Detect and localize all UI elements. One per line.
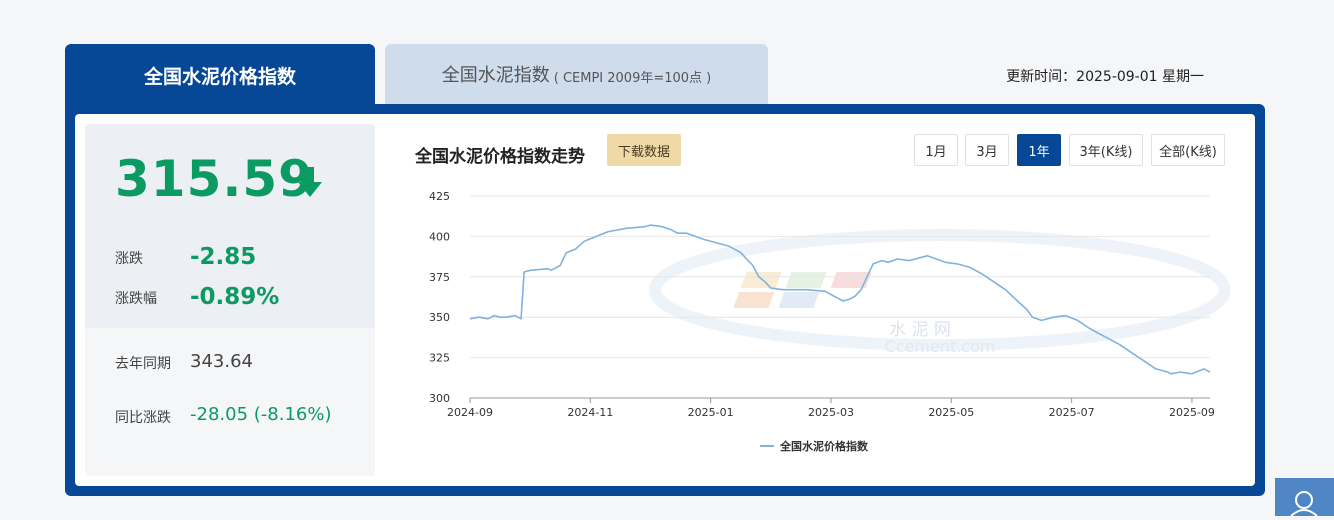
range-1m-button[interactable]: 1月: [914, 134, 958, 166]
download-data-button[interactable]: 下载数据: [607, 134, 681, 166]
current-index-value: 315.59: [115, 150, 314, 208]
range-3y-kline-button[interactable]: 3年(K线): [1069, 134, 1143, 166]
legend-label: 全国水泥价格指数: [779, 439, 869, 453]
x-tick-label: 2025-09: [1169, 406, 1215, 419]
range-3m-button[interactable]: 3月: [965, 134, 1009, 166]
y-tick-label: 300: [429, 392, 450, 405]
y-tick-label: 350: [429, 311, 450, 324]
x-tick-label: 2025-07: [1049, 406, 1095, 419]
y-tick-label: 375: [429, 271, 450, 284]
last-year-value: 343.64: [190, 351, 253, 372]
user-icon: [1290, 491, 1318, 517]
x-tick-label: 2024-09: [447, 406, 493, 419]
y-tick-label: 325: [429, 352, 450, 365]
yoy-value: -28.05: [190, 404, 249, 425]
x-tick-label: 2025-05: [928, 406, 974, 419]
x-tick-label: 2024-11: [567, 406, 613, 419]
range-all-kline-button[interactable]: 全部(K线): [1151, 134, 1225, 166]
yoy-pct: (-8.16%): [253, 404, 332, 425]
index-trend-chart: 水 泥 网 Ccement.com 300325350375400425 202…: [429, 190, 1230, 453]
tab-cement-index-label: 全国水泥指数: [441, 65, 550, 86]
change-pct-label: 涨跌幅: [115, 291, 157, 307]
tab-cement-price-index[interactable]: 全国水泥价格指数: [65, 44, 375, 110]
chart-title: 全国水泥价格指数走势: [415, 147, 585, 167]
x-tick-label: 2025-03: [808, 406, 854, 419]
change-pct-value: -0.89%: [190, 284, 280, 310]
y-tick-label: 425: [429, 190, 450, 203]
y-tick-label: 400: [429, 230, 450, 243]
last-year-label: 去年同期: [115, 356, 171, 372]
tab-cement-index-subtitle: ( CEMPI 2009年=100点 ): [553, 70, 712, 86]
change-value: -2.85: [190, 244, 257, 270]
yoy-label: 同比涨跌: [115, 410, 171, 426]
change-label: 涨跌: [115, 251, 143, 267]
yoy-value-row: -28.05 (-8.16%): [190, 404, 332, 425]
watermark-en: Ccement.com: [885, 337, 996, 356]
tab-cement-index[interactable]: 全国水泥指数 ( CEMPI 2009年=100点 ): [385, 44, 768, 104]
down-arrow-icon: [298, 167, 322, 197]
range-1y-button[interactable]: 1年: [1017, 134, 1061, 166]
x-tick-label: 2025-01: [688, 406, 734, 419]
update-time: 更新时间：2025-09-01 星期一: [1006, 69, 1204, 85]
user-icon-button[interactable]: [1275, 478, 1334, 517]
